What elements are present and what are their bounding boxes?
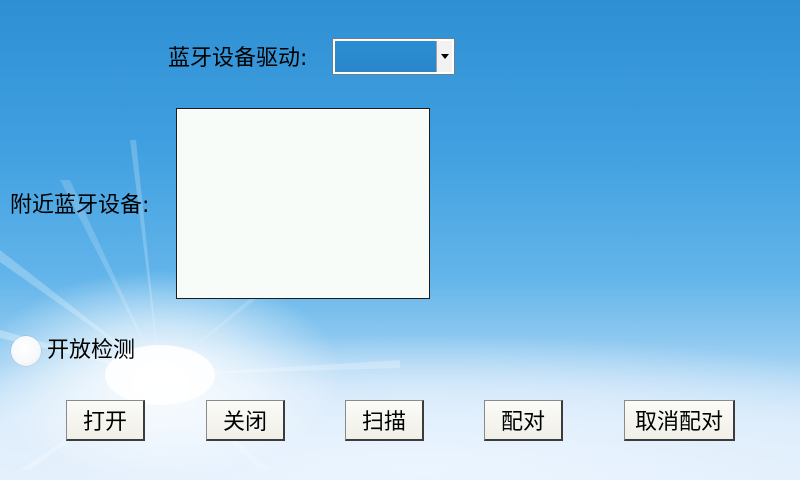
scan-button[interactable]: 扫描 (345, 400, 424, 441)
open-button[interactable]: 打开 (66, 400, 145, 441)
detect-radio[interactable] (11, 336, 41, 366)
unpair-button[interactable]: 取消配对 (624, 400, 735, 441)
select-dropdown-button[interactable] (436, 41, 452, 72)
detect-label: 开放检测 (47, 338, 136, 363)
driver-select[interactable] (332, 38, 455, 75)
chevron-down-icon (440, 54, 449, 59)
pair-button[interactable]: 配对 (484, 400, 563, 441)
nearby-devices-label: 附近蓝牙设备: (10, 193, 150, 218)
nearby-devices-list[interactable] (176, 108, 430, 299)
close-button[interactable]: 关闭 (206, 400, 285, 441)
driver-label: 蓝牙设备驱动: (168, 46, 308, 71)
